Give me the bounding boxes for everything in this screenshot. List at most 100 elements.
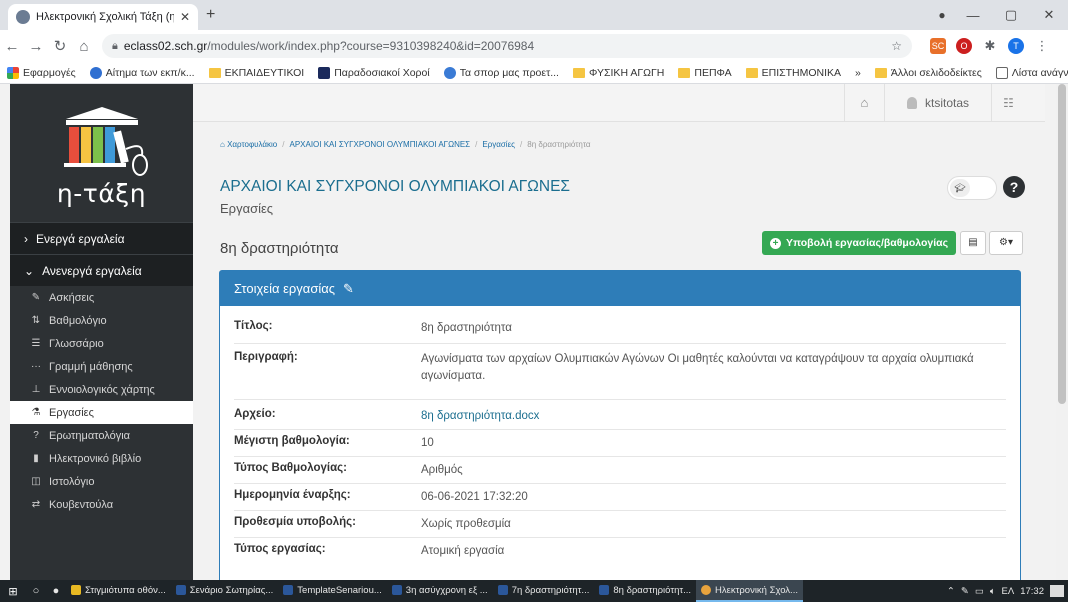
windows-taskbar: ⊞ ○ ● Στιγμιότυπα οθόν... Σενάριο Σωτηρί… (0, 580, 1068, 602)
forward-arrow-icon[interactable]: → (24, 38, 48, 55)
taskbar-app[interactable]: Στιγμιότυπα οθόν... (66, 580, 171, 602)
breadcrumb: ⌂ Χαρτοφυλάκιο / ΑΡΧΑΙΟΙ ΚΑΙ ΣΥΓΧΡΟΝΟΙ ΟΛΥ… (220, 140, 591, 149)
bookmark-folder[interactable]: ΠΕΠΦΑ (671, 67, 738, 79)
edit-icon[interactable]: ✎ (343, 281, 354, 297)
sidebar-item-label: Βαθμολόγιο (49, 314, 107, 327)
file-download-link[interactable]: 8η δραστηριότητα.docx (421, 408, 539, 425)
detail-row-assignment-type: Τύπος εργασίας: Ατομική εργασία (234, 543, 1014, 560)
browser-tab-active[interactable]: Ηλεκτρονική Σχολική Τάξη (η-Τά ✕ (8, 4, 198, 30)
breadcrumb-home[interactable]: ⌂ Χαρτοφυλάκιο (220, 140, 277, 149)
sidebar-item-questionnaires[interactable]: ? Ερωτηματολόγια (10, 424, 193, 447)
taskbar-app-active[interactable]: Ηλεκτρονική Σχολ... (696, 580, 803, 602)
battery-icon[interactable]: ▭ (975, 586, 984, 597)
browser-menu-icon[interactable]: ⋮ (1034, 38, 1050, 54)
sliders-icon[interactable]: ☷ (991, 84, 1025, 122)
taskbar-app[interactable]: 7η δραστηριότητ... (493, 580, 595, 602)
active-tools-toggle[interactable]: › Ενεργά εργαλεία (10, 222, 193, 254)
new-tab-button[interactable]: + (206, 6, 215, 24)
inactive-tools-toggle[interactable]: ⌄ Ανενεργά εργαλεία (10, 254, 193, 286)
bookmark-folder[interactable]: ΦΥΣΙΚΗ ΑΓΩΓΗ (566, 67, 671, 79)
tab-close-icon[interactable]: ✕ (180, 10, 190, 24)
breadcrumb-module[interactable]: Εργασίες (482, 140, 515, 149)
browser-account-icon[interactable]: ● (930, 8, 954, 22)
address-bar[interactable]: 🔒︎ eclass02.sch.gr/modules/work/index.ph… (102, 34, 912, 58)
minimize-button[interactable]: — (954, 8, 992, 23)
bookmark-label: Άλλοι σελιδοδείκτες (890, 66, 982, 79)
bookmark-label: ΕΠΙΣΤΗΜΟΝΙΚΑ (761, 66, 842, 79)
bookmarks-overflow-button[interactable]: » (848, 67, 868, 79)
opera-extension-icon[interactable]: O (956, 38, 972, 54)
sidebar-item-assignments[interactable]: ⚗ Εργασίες (10, 401, 193, 424)
extensions-area: SC O ✱ T ⋮ (930, 38, 1050, 54)
bookmark-star-icon[interactable]: ☆ (891, 39, 902, 53)
url-path: /modules/work/index.php?course=931039824… (207, 39, 535, 53)
sidebar-item-chat[interactable]: ⇄ Κουβεντούλα (10, 493, 193, 516)
bookmark-item[interactable]: Αίτημα των εκπ/κ... (83, 66, 202, 79)
other-bookmarks[interactable]: Άλλοι σελιδοδείκτες (868, 67, 989, 79)
windows-start-icon[interactable]: ⊞ (0, 585, 26, 598)
taskbar-app[interactable]: 3η ασύγχρονη εξ ... (387, 580, 493, 602)
bookmark-item[interactable]: Τα σπορ μας προετ... (437, 66, 566, 79)
home-icon[interactable]: ⌂ (843, 84, 884, 122)
language-indicator[interactable]: ΕΛ (1002, 586, 1015, 597)
section-label: Ενεργά εργαλεία (36, 231, 125, 246)
extension-sc-icon[interactable]: SC (930, 38, 946, 54)
search-icon[interactable]: ○ (26, 585, 46, 597)
profile-avatar[interactable]: T (1008, 38, 1024, 54)
puzzle-extensions-icon[interactable]: ✱ (982, 38, 998, 54)
export-file-button[interactable]: ▤ (960, 231, 986, 255)
sidebar-item-gradebook[interactable]: ⇅ Βαθμολόγιο (10, 309, 193, 332)
folder-icon (71, 585, 81, 595)
close-window-button[interactable]: ✕ (1030, 7, 1068, 23)
chrome-taskbar-icon[interactable]: ● (46, 585, 66, 597)
page-scrollbar[interactable] (1056, 84, 1068, 580)
eclass-logo[interactable]: η-τάξη (10, 84, 193, 222)
settings-dropdown-button[interactable]: ⚙▾ (989, 231, 1023, 255)
student-view-toggle[interactable]: 🎓︎ (947, 176, 997, 200)
reading-list[interactable]: Λίστα ανάγνωσης (989, 66, 1068, 79)
pen-icon[interactable]: ✎ (961, 586, 969, 597)
detail-row-grade-type: Τύπος Βαθμολογίας: Αριθμός (234, 462, 1014, 479)
lock-icon[interactable]: 🔒︎ (112, 40, 118, 53)
help-icon[interactable]: ? (1003, 176, 1025, 198)
divider (234, 429, 1006, 430)
scrollbar-thumb[interactable] (1058, 84, 1066, 404)
sidebar-item-glossary[interactable]: ☰ Γλωσσάριο (10, 332, 193, 355)
clock[interactable]: 17:32 (1020, 586, 1044, 597)
detail-label: Προθεσμία υποβολής: (234, 516, 356, 528)
home-icon[interactable]: ⌂ (72, 38, 96, 55)
user-menu[interactable]: ktsitotas (883, 84, 991, 122)
course-title[interactable]: ΑΡΧΑΙΟΙ ΚΑΙ ΣΥΓΧΡΟΝΟΙ ΟΛΥΜΠΙΑΚΟΙ ΑΓΩΝΕΣ (220, 178, 570, 196)
detail-label: Περιγραφή: (234, 351, 298, 363)
bookmark-label: ΕΚΠΑΙΔΕΥΤΙΚΟΙ (224, 66, 305, 79)
sidebar-item-learning-path[interactable]: ··· Γραμμή μάθησης (10, 355, 193, 378)
bookmark-folder[interactable]: ΕΚΠΑΙΔΕΥΤΙΚΟΙ (202, 67, 312, 79)
bookmarks-right: » Άλλοι σελιδοδείκτες Λίστα ανάγνωσης (848, 66, 1068, 79)
sidebar-item-label: Εργασίες (49, 406, 94, 419)
ellipsis-icon: ··· (31, 361, 41, 372)
flask-icon: ⚗ (31, 407, 41, 418)
sort-icon: ⇅ (31, 315, 41, 326)
reload-icon[interactable]: ↻ (48, 37, 72, 55)
maximize-button[interactable]: ▢ (992, 7, 1030, 23)
sidebar-item-concept-map[interactable]: ⊥ Εννοιολογικός χάρτης (10, 378, 193, 401)
submit-assignment-button[interactable]: + Υποβολή εργασίας/βαθμολογίας (762, 231, 957, 255)
taskbar-app[interactable]: TemplateSenariou... (278, 580, 387, 602)
bookmark-label: Αίτημα των εκπ/κ... (105, 66, 195, 79)
detail-row-max-grade: Μέγιστη βαθμολογία: 10 (234, 435, 1014, 452)
notifications-icon[interactable] (1050, 585, 1064, 597)
bookmark-folder[interactable]: ΕΠΙΣΤΗΜΟΝΙΚΑ (739, 67, 848, 79)
taskbar-app[interactable]: 8η δραστηριότητ... (594, 580, 696, 602)
breadcrumb-course[interactable]: ΑΡΧΑΙΟΙ ΚΑΙ ΣΥΓΧΡΟΝΟΙ ΟΛΥΜΠΙΑΚΟΙ ΑΓΩΝΕΣ (289, 140, 470, 149)
sidebar-item-ebook[interactable]: ▮ Ηλεκτρονικό βιβλίο (10, 447, 193, 470)
volume-icon[interactable]: 🔈︎ (990, 586, 996, 597)
sidebar-item-blog[interactable]: ◫ Ιστολόγιο (10, 470, 193, 493)
graduation-cap-icon: 🎓︎ (950, 179, 970, 197)
list-icon: ☰ (31, 338, 41, 349)
bookmark-apps[interactable]: Εφαρμογές (0, 66, 83, 79)
back-arrow-icon[interactable]: ← (0, 38, 24, 55)
taskbar-app[interactable]: Σενάριο Σωτηρίας... (171, 580, 278, 602)
tray-chevron-icon[interactable]: ⌃ (947, 586, 955, 597)
bookmark-item[interactable]: Παραδοσιακοί Χοροί (311, 66, 436, 79)
sidebar-item-exercises[interactable]: ✎ Ασκήσεις (10, 286, 193, 309)
